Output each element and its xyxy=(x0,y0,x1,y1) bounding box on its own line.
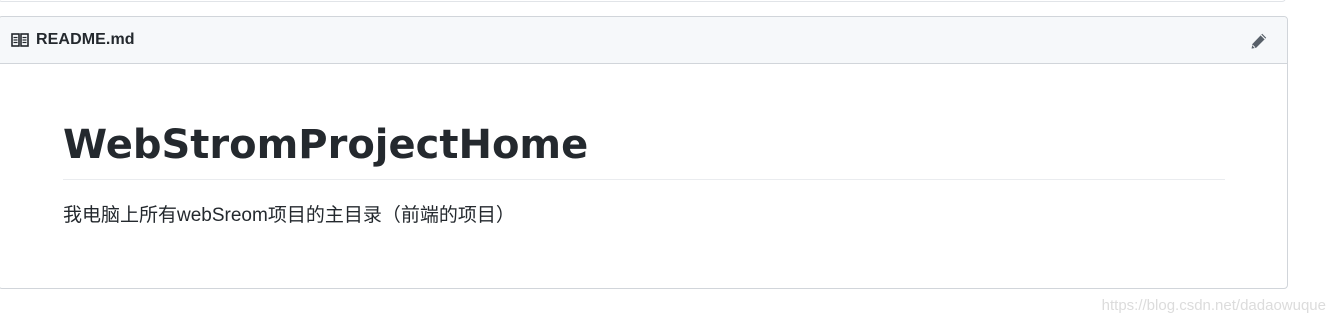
book-icon xyxy=(11,32,31,48)
pencil-icon xyxy=(1251,33,1267,49)
readme-paragraph: 我电脑上所有webSreom项目的主目录（前端的项目） xyxy=(63,205,515,226)
edit-file-button[interactable] xyxy=(1249,31,1269,51)
readme-container: README.md WebStromProjectHome 我电脑上所有webS… xyxy=(0,16,1288,289)
page: README.md WebStromProjectHome 我电脑上所有webS… xyxy=(0,0,1336,322)
watermark-text: https://blog.csdn.net/dadaowuque xyxy=(1101,297,1326,314)
readme-body: WebStromProjectHome 我电脑上所有webSreom项目的主目录… xyxy=(0,64,1287,228)
readme-filename: README.md xyxy=(36,31,135,48)
previous-box-edge xyxy=(0,0,1286,2)
readme-heading: WebStromProjectHome xyxy=(63,64,1225,180)
readme-header: README.md xyxy=(0,17,1287,64)
